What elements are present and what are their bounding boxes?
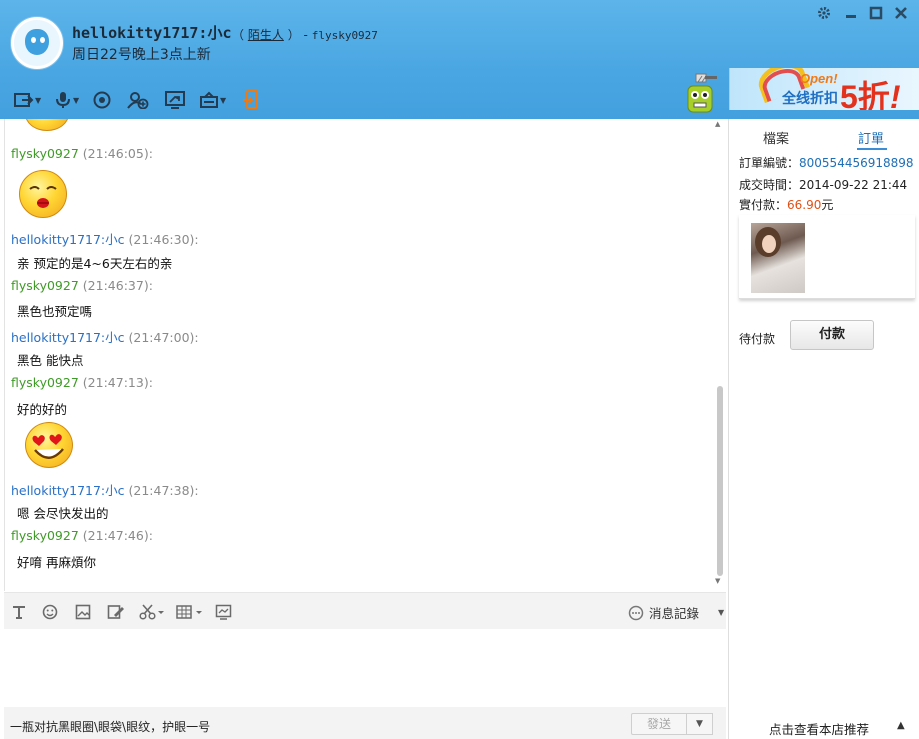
contact-tag: （ 陌生人 ） - flysky0927 <box>232 26 378 43</box>
add-user-icon[interactable] <box>127 89 149 111</box>
product-image[interactable] <box>751 223 805 293</box>
message-header: hellokitty1717:小c (21:46:30): <box>11 232 199 247</box>
chat-history[interactable]: flysky0927 (21:46:05): hellokitty1717:小c(… <box>4 119 726 591</box>
scissors-icon[interactable] <box>139 604 165 623</box>
chat-bubble-icon <box>628 605 644 620</box>
contact-avatar[interactable] <box>11 17 63 69</box>
kiss-emoji <box>19 170 67 218</box>
stranger-link[interactable]: 陌生人 <box>248 28 284 42</box>
microphone-icon[interactable]: ▼ <box>54 89 79 111</box>
contact-signature: 周日22号晚上3点上新 <box>72 47 211 63</box>
partial-emoji <box>25 119 69 131</box>
message-body: 黑色也预定嗎 <box>17 304 93 319</box>
chevron-up-icon[interactable]: ▲ <box>897 720 905 731</box>
message-history-button[interactable]: 消息記錄 ▼ <box>628 603 724 622</box>
message-body: 嗯 会尽快发出的 <box>17 506 109 521</box>
font-icon[interactable] <box>11 604 27 623</box>
screenshot-icon[interactable] <box>215 604 233 623</box>
heart-eyes-emoji <box>25 422 73 468</box>
emoji-icon[interactable] <box>42 604 58 623</box>
message-header: hellokitty1717:小c (21:47:00): <box>11 330 199 345</box>
chevron-down-icon[interactable]: ▼ <box>718 608 724 617</box>
message-header: hellokitty1717:小c (21:47:38): <box>11 483 199 498</box>
file-transfer-icon[interactable]: ▼ <box>14 89 41 111</box>
store-recommend-link[interactable]: 点击查看本店推荐 <box>769 719 869 738</box>
scrollbar-thumb[interactable] <box>717 386 723 576</box>
table-icon[interactable] <box>176 604 204 623</box>
peer-account: flysky0927 <box>311 29 378 42</box>
tag-close: ） <box>287 28 300 42</box>
chat-header: hellokitty1717:小c （ 陌生人 ） - flysky0927 周… <box>0 0 919 119</box>
ad-link[interactable]: 一瓶对抗黑眼圈\眼袋\眼纹，护眼一号 <box>10 718 210 735</box>
maximize-icon[interactable] <box>868 6 884 22</box>
tab-order[interactable]: 訂單 <box>858 128 884 147</box>
minimize-icon[interactable] <box>843 6 859 22</box>
message-header: flysky0927 (21:47:46): <box>11 528 153 543</box>
send-button[interactable]: 發送 <box>631 713 687 735</box>
active-tab-underline <box>857 148 887 150</box>
close-icon[interactable] <box>893 6 909 22</box>
remote-icon[interactable]: ▼ <box>199 89 226 111</box>
deal-time-row: 成交時間：2014-09-22 21:44 <box>739 178 908 192</box>
message-body: 好的好的 <box>17 402 68 417</box>
phone-icon[interactable] <box>242 89 260 111</box>
banner-open-text: Open! <box>800 71 838 86</box>
side-panel: 檔案 訂單 訂單編號：800554456918898 成交時間：2014-09-… <box>728 119 919 739</box>
contact-name: hellokitty1717:小c <box>72 24 232 42</box>
tab-profile[interactable]: 檔案 <box>763 128 789 147</box>
camera-icon[interactable] <box>93 89 111 111</box>
message-header: flysky0927 (21:46:05): <box>11 146 153 161</box>
input-toolbar: 消息記錄 ▼ <box>4 592 726 629</box>
scroll-down-arrow[interactable]: ▼ <box>715 577 720 585</box>
order-number-link[interactable]: 800554456918898 <box>799 156 914 170</box>
edit-icon[interactable] <box>107 604 125 623</box>
message-header: flysky0927 (21:46:37): <box>11 278 153 293</box>
banner-text: 全线折扣 <box>782 91 838 107</box>
tag-open: （ <box>232 28 245 42</box>
screen-share-icon[interactable] <box>165 89 185 111</box>
gear-icon[interactable] <box>816 6 832 22</box>
promo-banner[interactable]: Open! 全线折扣 5折! <box>729 68 919 110</box>
mascot-icon[interactable] <box>684 72 720 113</box>
image-icon[interactable] <box>75 604 91 623</box>
message-header: flysky0927 (21:47:13): <box>11 375 153 390</box>
message-input[interactable] <box>4 629 726 707</box>
message-body: 亲 预定的是4~6天左右的亲 <box>17 256 173 271</box>
order-number-row: 訂單編號：800554456918898 <box>739 156 914 170</box>
separator: - <box>303 28 308 42</box>
product-card[interactable] <box>739 215 915 299</box>
message-body: 好唷 再麻煩你 <box>17 555 96 570</box>
input-footer: 一瓶对抗黑眼圈\眼袋\眼纹，护眼一号 發送 ▼ <box>4 707 726 739</box>
send-options-chevron-icon[interactable]: ▼ <box>687 713 713 735</box>
pending-payment-label: 待付款 <box>739 332 776 346</box>
paid-amount-row: 實付款：66.90元 <box>739 198 834 212</box>
history-label: 消息記錄 <box>649 606 700 621</box>
banner-discount: 5折! <box>840 79 901 110</box>
pay-button[interactable]: 付款 <box>790 320 874 350</box>
message-body: 黑色 能快点 <box>17 353 84 368</box>
scroll-up-arrow[interactable]: ▲ <box>715 120 720 128</box>
